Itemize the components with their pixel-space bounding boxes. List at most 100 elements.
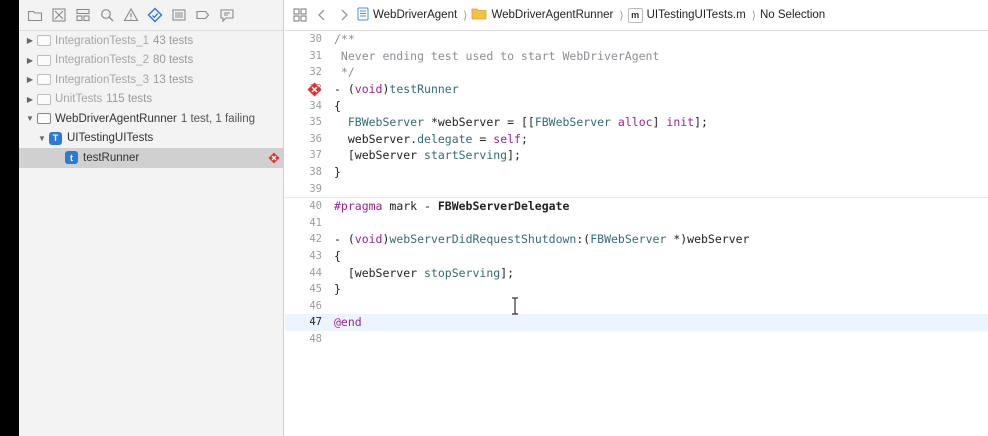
folder-icon [471,7,487,23]
test-failure-marker-icon[interactable] [307,82,322,97]
test-class-icon: T [49,131,62,145]
xcode-window: ▶ IntegrationTests_1 43 tests ▶ Integrat… [0,0,988,436]
test-bundle-name: UnitTests [55,93,103,106]
text-cursor-icon [512,297,518,315]
code-line[interactable]: 48 [285,331,988,348]
code-text: */ [334,65,355,80]
breadcrumb-separator: ⟩ [619,9,624,22]
test-bundle-row[interactable]: ▶ UnitTests 115 tests [19,90,283,110]
breadcrumb-file[interactable]: m UITestingUITests.m [627,7,746,23]
code-line[interactable]: 44 [webServer stopServing]; [285,264,988,281]
disclosure-triangle-icon[interactable]: ▶ [25,55,35,65]
line-number: 36 [309,132,322,145]
disclosure-triangle-icon[interactable]: ▶ [25,94,35,104]
line-number: 32 [309,66,322,79]
test-bundle-row[interactable]: ▼ WebDriverAgentRunner 1 test, 1 failing [19,109,283,129]
source-control-icon[interactable] [49,5,69,25]
test-bundle-row[interactable]: ▶ IntegrationTests_2 80 tests [19,51,283,71]
find-navigator-icon[interactable] [97,5,117,25]
disclosure-triangle-expanded-icon[interactable]: ▼ [37,133,47,143]
test-method-row[interactable]: t testRunner [19,148,283,168]
code-line[interactable]: 37 [webServer startServing]; [285,147,988,164]
line-number: 42 [309,233,322,246]
code-line[interactable]: 41 [285,215,988,232]
line-number: 35 [309,116,322,129]
test-bundle-row[interactable]: ▶ IntegrationTests_3 13 tests [19,70,283,90]
test-bundle-name: IntegrationTests_1 [55,34,149,47]
code-line[interactable]: 40 #pragma mark - FBWebServerDelegate [285,196,988,215]
test-tree: ▶ IntegrationTests_1 43 tests ▶ Integrat… [19,31,283,168]
code-text: { [334,98,341,113]
line-number: 30 [309,33,322,46]
code-text: Never ending test used to start WebDrive… [334,48,660,63]
project-file-icon [357,7,369,24]
code-line[interactable]: 35 FBWebServer *webServer = [[FBWebServe… [285,114,988,131]
test-method-name: testRunner [83,151,140,164]
code-text: #pragma mark - FBWebServerDelegate [334,199,570,214]
test-bundle-name: IntegrationTests_3 [55,73,149,86]
code-line[interactable]: 45} [285,281,988,298]
code-line[interactable]: 43 { [285,248,988,265]
test-bundle-row[interactable]: ▶ IntegrationTests_1 43 tests [19,31,283,51]
test-count: 115 tests [106,93,153,106]
code-line[interactable]: 33- (void)testRunner [285,81,988,98]
disclosure-triangle-icon[interactable]: ▶ [25,36,35,46]
test-bundle-name: IntegrationTests_2 [55,54,149,67]
code-text: - (void)webServerDidRequestShutdown:(FBW… [334,232,750,247]
disclosure-triangle-icon[interactable]: ▶ [25,75,35,85]
line-number: 39 [309,182,322,195]
related-items-grid-icon[interactable] [291,6,309,24]
test-class-row[interactable]: ▼ T UITestingUITests [19,129,283,149]
symbol-navigator-icon[interactable] [73,5,93,25]
breakpoint-navigator-icon[interactable] [193,5,213,25]
code-text: } [334,282,341,297]
line-number: 48 [309,332,322,345]
test-method-icon: t [65,151,78,165]
test-failed-icon[interactable] [268,152,280,164]
issue-navigator-warning-icon[interactable] [121,5,141,25]
line-number: 38 [309,166,322,179]
test-count: 43 tests [152,34,194,47]
source-editor: WebDriverAgent ⟩ WebDriverAgentRunner ⟩ … [285,0,988,436]
test-bundle-icon [37,93,51,105]
code-line[interactable]: 32 */ [285,64,988,81]
code-line[interactable]: 34 { [285,97,988,114]
code-line[interactable]: 30 /** [285,31,988,48]
breadcrumb-label: WebDriverAgent [373,9,458,21]
test-count: 13 tests [152,73,194,86]
code-line[interactable]: 39 [285,180,988,197]
breadcrumb-label: No Selection [759,9,826,21]
line-number: 46 [309,299,322,312]
code-line[interactable]: 38} [285,164,988,181]
code-line[interactable]: 31 Never ending test used to start WebDr… [285,48,988,65]
test-bundle-icon [37,54,51,66]
test-bundle-icon [37,35,51,47]
window-edge [0,0,19,436]
debug-navigator-icon[interactable] [169,5,189,25]
code-line[interactable]: 46 [285,298,988,315]
breadcrumb-project[interactable]: WebDriverAgent [357,7,457,24]
code-line[interactable]: 36 webServer.delegate = self; [285,131,988,148]
line-number: 44 [309,266,322,279]
navigator-toolbar [19,0,283,31]
breadcrumb-label: WebDriverAgentRunner [491,9,614,21]
test-bundle-name: WebDriverAgentRunner [55,112,177,125]
code-line[interactable]: 42 - (void)webServerDidRequestShutdown:(F… [285,231,988,248]
test-bundle-icon [37,74,51,86]
forward-chevron-icon[interactable] [335,6,353,24]
disclosure-triangle-expanded-icon[interactable]: ▼ [25,114,35,124]
breadcrumb-symbol[interactable]: No Selection [760,9,825,21]
code-line[interactable]: 47 @end [285,314,988,331]
code-text: } [334,165,341,180]
breadcrumb-group[interactable]: WebDriverAgentRunner [471,7,613,23]
code-text: /** [334,32,355,47]
code-area[interactable]: 30 /** 31 Never ending test used to start … [285,31,988,347]
back-chevron-icon[interactable] [313,6,331,24]
line-number: 45 [309,283,322,296]
test-navigator-diamond-icon[interactable] [145,5,165,25]
breadcrumb-separator: ⟩ [463,9,468,22]
code-text: @end [334,315,362,330]
project-navigator-folder-icon[interactable] [25,5,45,25]
report-navigator-icon[interactable] [217,5,237,25]
test-bundle-icon [37,113,51,125]
